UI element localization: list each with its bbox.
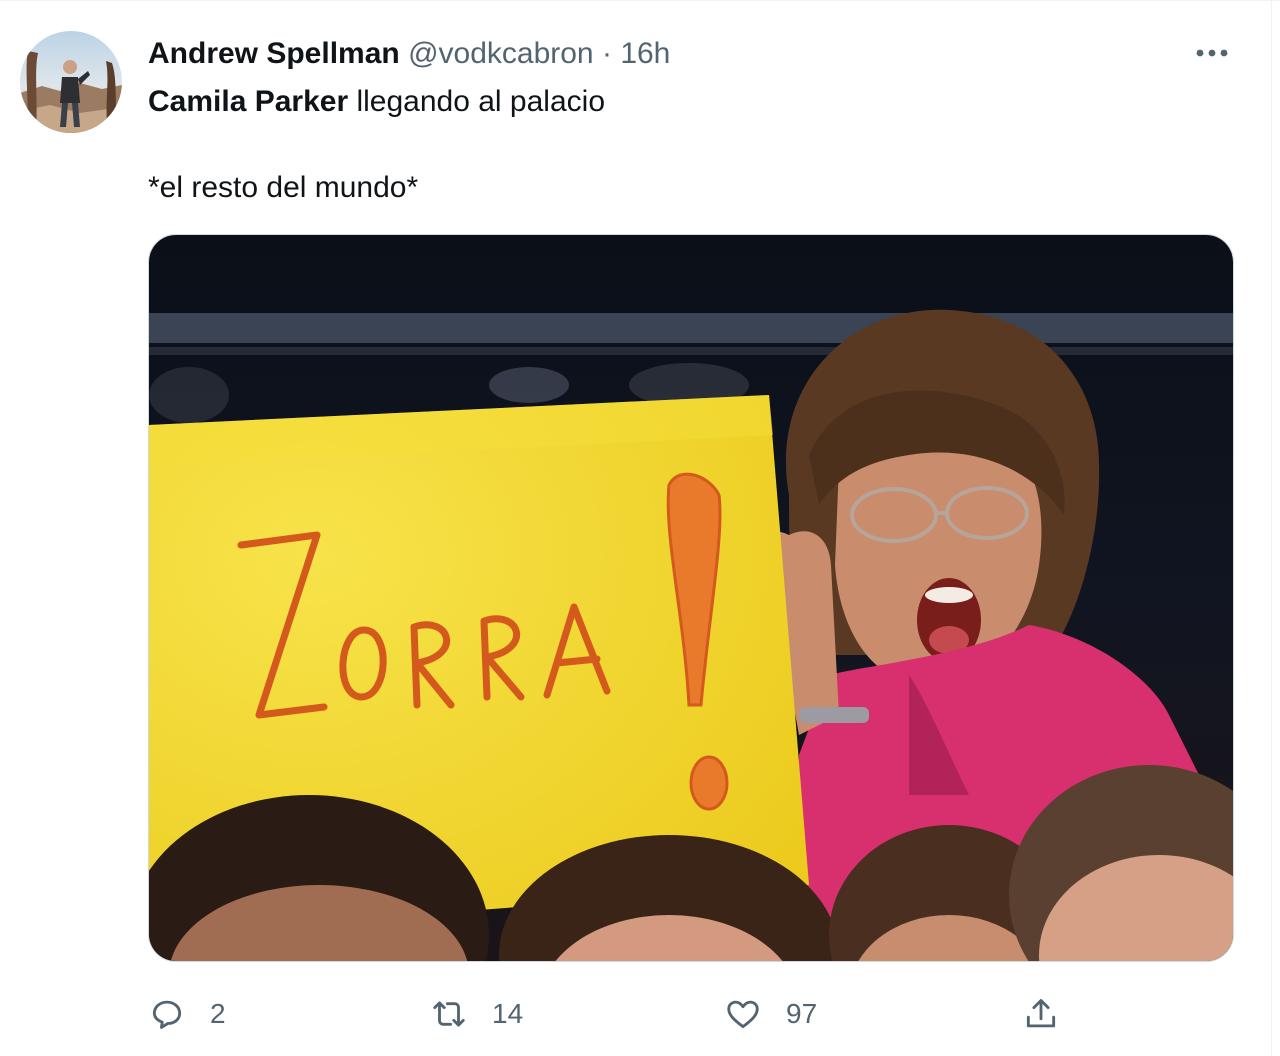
tweet-text: Camila Parker llegando al palacio *el re… bbox=[148, 83, 1228, 207]
media-photo bbox=[149, 235, 1233, 961]
reply-button[interactable]: 2 bbox=[148, 986, 226, 1042]
divider bbox=[1271, 1, 1272, 1056]
author-avatar[interactable] bbox=[20, 31, 122, 133]
retweet-button[interactable]: 14 bbox=[430, 986, 523, 1042]
tweet-header: Andrew Spellman @vodkcabron · 16h bbox=[148, 35, 670, 73]
tweet-timestamp[interactable]: 16h bbox=[620, 37, 670, 70]
author-handle[interactable]: @vodkcabron bbox=[408, 37, 594, 70]
retweet-count: 14 bbox=[492, 998, 524, 1029]
tweet-text-line2: *el resto del mundo* bbox=[148, 171, 419, 204]
avatar-image bbox=[20, 31, 122, 133]
author-name[interactable]: Andrew Spellman bbox=[148, 37, 400, 70]
separator-dot: · bbox=[601, 37, 612, 70]
tweet-text-rest: llegando al palacio bbox=[348, 85, 606, 118]
heart-icon bbox=[727, 1000, 759, 1029]
tweet-text-bold: Camila Parker bbox=[148, 85, 349, 118]
like-button[interactable]: 97 bbox=[724, 986, 817, 1042]
like-count: 97 bbox=[786, 998, 818, 1029]
share-icon bbox=[1026, 999, 1056, 1028]
tweet-actions: 2 14 97 bbox=[0, 986, 1280, 1042]
share-button[interactable] bbox=[1022, 986, 1060, 1042]
tweet-media-image[interactable] bbox=[148, 234, 1234, 962]
retweet-icon bbox=[433, 1001, 465, 1027]
tweet-card[interactable]: Andrew Spellman @vodkcabron · 16h Camila… bbox=[0, 0, 1280, 1056]
reply-count: 2 bbox=[210, 998, 226, 1029]
more-options-button[interactable] bbox=[1192, 37, 1232, 69]
more-horizontal-icon bbox=[1196, 49, 1228, 57]
reply-icon bbox=[152, 1000, 182, 1029]
